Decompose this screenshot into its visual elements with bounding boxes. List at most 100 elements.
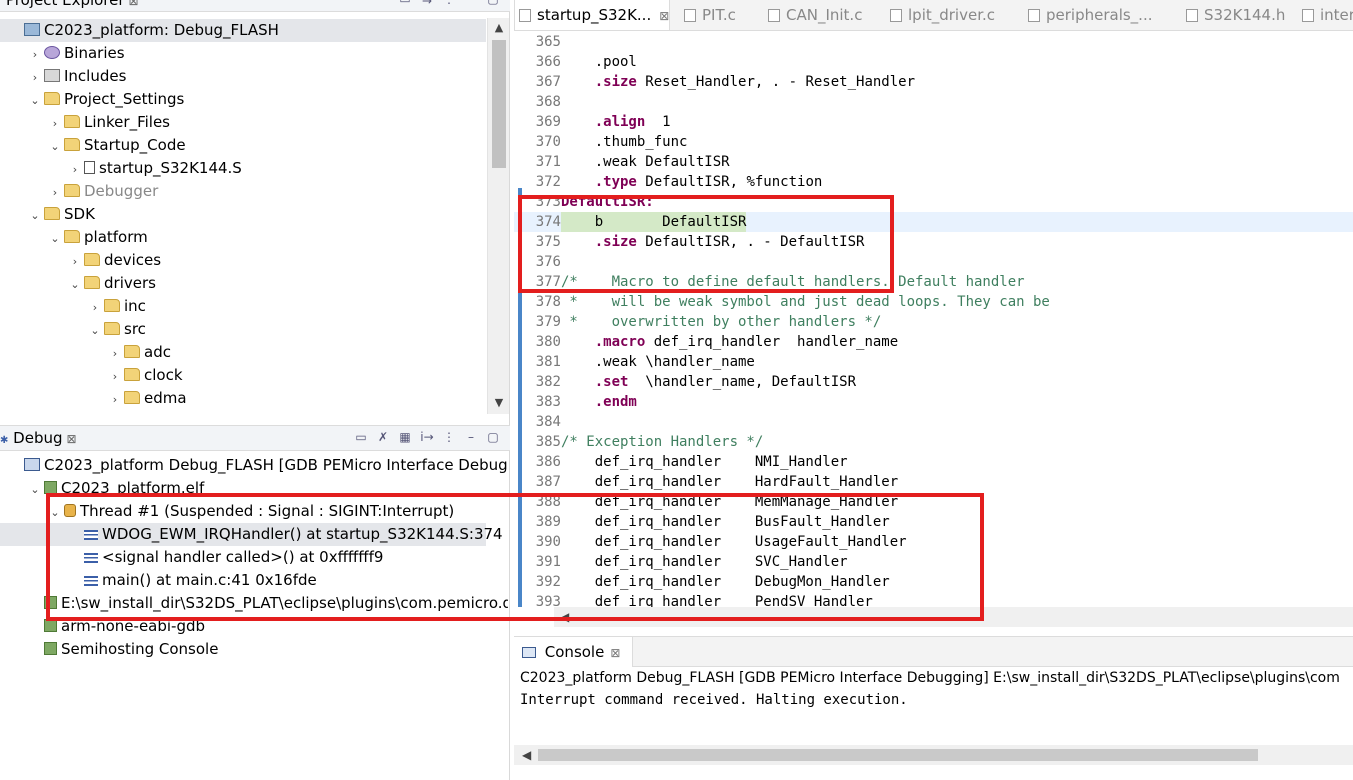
tree-item[interactable]: WDOG_EWM_IRQHandler() at startup_S32K144…	[0, 523, 508, 546]
instruction-stepping-icon[interactable]: i→	[420, 430, 434, 444]
tree-item[interactable]: E:\sw_install_dir\S32DS_PLAT\eclipse\plu…	[0, 592, 508, 615]
scroll-down-icon[interactable]: ▼	[488, 396, 510, 409]
chevron-right-icon[interactable]: ›	[48, 112, 62, 135]
code-line[interactable]: 381 .weak \handler_name	[514, 352, 1353, 372]
code-line[interactable]: 385/* Exception Handlers */	[514, 432, 1353, 452]
chevron-down-icon[interactable]: ⌄	[28, 89, 42, 112]
editor-tab[interactable]: lpit_driver.c	[886, 0, 995, 30]
maximize-icon[interactable]: ▢	[486, 430, 500, 444]
tree-item[interactable]: ⌄ src	[0, 318, 486, 341]
view-menu-icon[interactable]: ⋮	[442, 430, 456, 444]
project-explorer-tab[interactable]: Project Explorer ⊠	[6, 0, 139, 9]
code-line[interactable]: 390 def_irq_handler UsageFault_Handler	[514, 532, 1353, 552]
collapse-all-icon[interactable]: ▭	[398, 0, 412, 6]
code-line[interactable]: 393 def_irq_handler PendSV_Handler	[514, 592, 1353, 607]
tree-item[interactable]: Semihosting Console	[0, 638, 486, 661]
tree-item[interactable]: C2023_platform Debug_FLASH [GDB PEMicro …	[0, 454, 508, 477]
scrollbar-thumb[interactable]	[492, 40, 506, 168]
tree-item[interactable]: › edma	[0, 387, 486, 410]
editor-tab[interactable]: startup_S32K... ⊠	[514, 0, 671, 30]
scroll-left-icon[interactable]: ◀	[522, 745, 531, 765]
tree-item[interactable]: ⌄ SDK	[0, 203, 486, 226]
editor-tab[interactable]: S32K144.h	[1182, 0, 1285, 30]
tree-item[interactable]: › Debugger	[0, 180, 486, 203]
chevron-right-icon[interactable]: ›	[68, 158, 82, 181]
console-output[interactable]: Interrupt command received. Halting exec…	[520, 690, 908, 710]
tree-item[interactable]: › startup_S32K144.S	[0, 157, 486, 180]
close-icon[interactable]: ⊠	[610, 646, 620, 660]
code-editor[interactable]: 365 366 .pool 367 .size Reset_Handler, . -…	[514, 31, 1353, 607]
close-icon[interactable]: ⊠	[659, 9, 669, 23]
editor-tab[interactable]: PIT.c	[680, 0, 736, 30]
chevron-down-icon[interactable]: ⌄	[88, 319, 102, 342]
code-line[interactable]: 370 .thumb_func	[514, 132, 1353, 152]
chevron-down-icon[interactable]: ⌄	[48, 227, 62, 250]
code-line[interactable]: 373DefaultISR:	[514, 192, 1353, 212]
chevron-down-icon[interactable]: ⌄	[68, 273, 82, 296]
code-line[interactable]: 371 .weak DefaultISR	[514, 152, 1353, 172]
console-horizontal-scrollbar[interactable]: ◀	[514, 745, 1353, 765]
view-menu-icon[interactable]: ⋮	[442, 0, 456, 6]
code-line[interactable]: 392 def_irq_handler DebugMon_Handler	[514, 572, 1353, 592]
tree-item[interactable]: C2023_platform: Debug_FLASH	[0, 19, 486, 42]
tree-item[interactable]: › clock	[0, 364, 486, 387]
code-line[interactable]: 386 def_irq_handler NMI_Handler	[514, 452, 1353, 472]
chevron-right-icon[interactable]: ›	[108, 342, 122, 365]
tree-item[interactable]: ⌄ platform	[0, 226, 486, 249]
code-line[interactable]: 369 .align 1	[514, 112, 1353, 132]
code-line[interactable]: 387 def_irq_handler HardFault_Handler	[514, 472, 1353, 492]
code-line[interactable]: 382 .set \handler_name, DefaultISR	[514, 372, 1353, 392]
tree-item[interactable]: › adc	[0, 341, 486, 364]
editor-tab[interactable]: CAN_Init.c	[764, 0, 862, 30]
chevron-right-icon[interactable]: ›	[88, 296, 102, 319]
editor-tab[interactable]: peripherals_...	[1024, 0, 1153, 30]
chevron-right-icon[interactable]: ›	[48, 181, 62, 204]
code-line[interactable]: 372 .type DefaultISR, %function	[514, 172, 1353, 192]
chevron-right-icon[interactable]: ›	[28, 43, 42, 66]
scroll-left-icon[interactable]: ◀	[560, 607, 569, 627]
editor-tab[interactable]: interr	[1298, 0, 1353, 30]
code-line[interactable]: 376	[514, 252, 1353, 272]
debug-settings-icon[interactable]: ▦	[398, 430, 412, 444]
scroll-up-icon[interactable]: ▲	[488, 21, 510, 34]
editor-horizontal-scrollbar[interactable]: ◀	[554, 607, 1353, 627]
tree-item[interactable]: › inc	[0, 295, 486, 318]
chevron-right-icon[interactable]: ›	[28, 66, 42, 89]
code-line[interactable]: 380 .macro def_irq_handler handler_name	[514, 332, 1353, 352]
tree-item[interactable]: › Linker_Files	[0, 111, 486, 134]
maximize-icon[interactable]: ▢	[486, 0, 500, 6]
close-icon[interactable]: ⊠	[67, 432, 77, 446]
chevron-right-icon[interactable]: ›	[108, 365, 122, 388]
minimize-icon[interactable]: –	[464, 0, 478, 6]
code-line[interactable]: 366 .pool	[514, 52, 1353, 72]
code-line[interactable]: 391 def_irq_handler SVC_Handler	[514, 552, 1353, 572]
project-explorer-scrollbar[interactable]: ▲ ▼	[487, 18, 509, 414]
tree-item[interactable]: <signal handler called>() at 0xfffffff9	[0, 546, 486, 569]
tree-item[interactable]: › devices	[0, 249, 486, 272]
code-line[interactable]: 365	[514, 32, 1353, 52]
code-line[interactable]: 375 .size DefaultISR, . - DefaultISR	[514, 232, 1353, 252]
code-line[interactable]: 388 def_irq_handler MemManage_Handler	[514, 492, 1353, 512]
tree-item[interactable]: ⌄ Startup_Code	[0, 134, 486, 157]
chevron-right-icon[interactable]: ›	[108, 388, 122, 411]
console-tab[interactable]: Console ⊠	[514, 637, 634, 667]
tree-item[interactable]: ⌄ Thread #1 (Suspended : Signal : SIGINT:…	[0, 500, 486, 523]
code-line[interactable]: 383 .endm	[514, 392, 1353, 412]
minimize-icon[interactable]: –	[464, 430, 478, 444]
code-line[interactable]: 379 * overwritten by other handlers */	[514, 312, 1353, 332]
remove-terminated-icon[interactable]: ✗	[376, 430, 390, 444]
code-line[interactable]: 374 b DefaultISR	[514, 212, 1353, 232]
tree-item[interactable]: ⌄ Project_Settings	[0, 88, 486, 111]
code-line[interactable]: 368	[514, 92, 1353, 112]
chevron-down-icon[interactable]: ⌄	[48, 501, 62, 524]
chevron-down-icon[interactable]: ⌄	[28, 204, 42, 227]
tree-item[interactable]: › Binaries	[0, 42, 486, 65]
tree-item[interactable]: ⌄ drivers	[0, 272, 486, 295]
code-line[interactable]: 377/* Macro to define default handlers. …	[514, 272, 1353, 292]
scrollbar-thumb[interactable]	[538, 749, 1258, 761]
link-editor-icon[interactable]: ⇆	[420, 0, 434, 6]
chevron-right-icon[interactable]: ›	[68, 250, 82, 273]
code-line[interactable]: 367 .size Reset_Handler, . - Reset_Handl…	[514, 72, 1353, 92]
tree-item[interactable]: main() at main.c:41 0x16fde	[0, 569, 486, 592]
close-icon[interactable]: ⊠	[129, 0, 139, 8]
